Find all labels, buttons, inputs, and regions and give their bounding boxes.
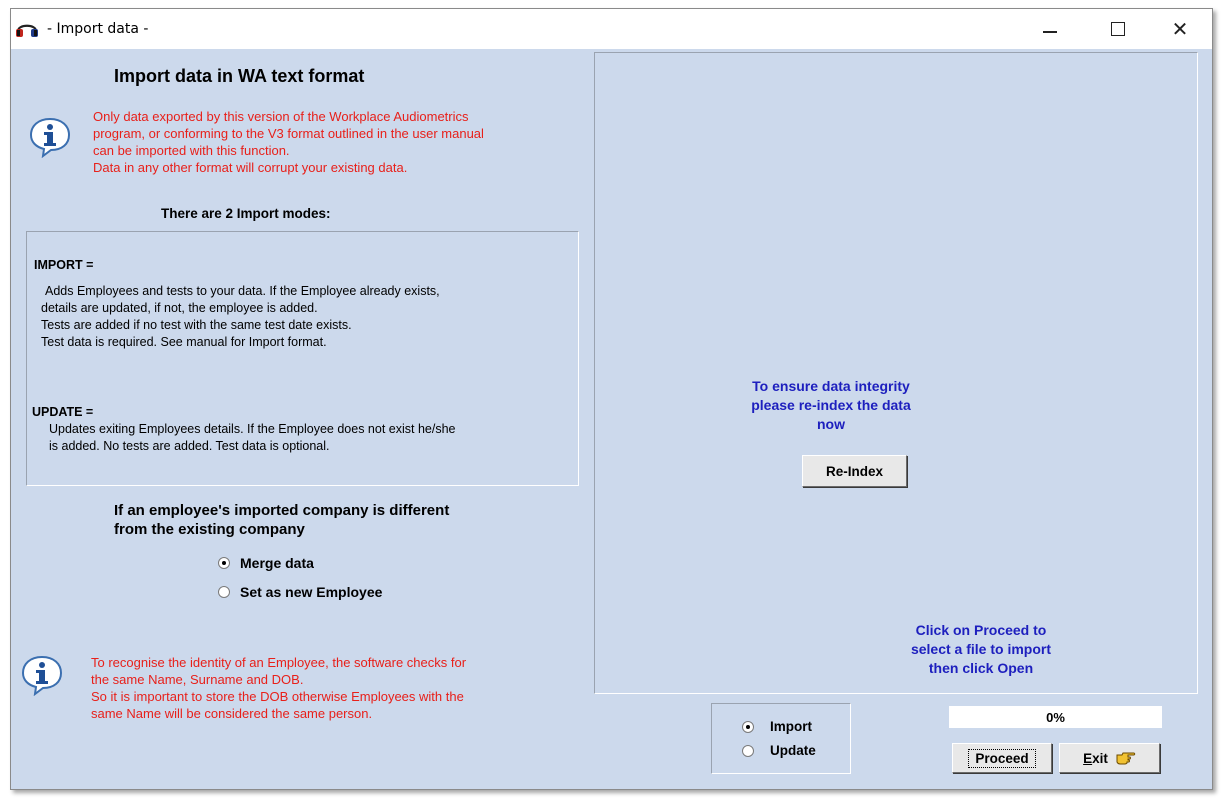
description-line: Test data is required. See manual for Im… [41,335,327,349]
reindex-button[interactable]: Re-Index [802,455,907,487]
import-mode-description: Adds Employees and tests to your data. I… [41,283,571,351]
radio-label: Import [770,719,812,734]
hint-line: then click Open [928,660,1034,676]
description-line: is added. No tests are added. Test data … [49,439,330,453]
pointing-hand-icon [1116,752,1136,765]
info-icon [29,117,71,158]
warning-line: can be imported with this function. [93,143,290,158]
hint-line: please re-index the data [751,397,911,413]
info-icon [21,655,63,696]
close-icon: ✕ [1171,17,1189,41]
merge-data-radio[interactable]: Merge data [218,555,314,571]
set-new-employee-radio[interactable]: Set as new Employee [218,584,382,600]
import-data-window: - Import data - ✕ Import data in WA text… [10,8,1213,790]
hint-line: To ensure data integrity [752,378,910,394]
proceed-button[interactable]: Proceed [952,743,1052,773]
radio-label: Set as new Employee [240,584,383,600]
note-line: the same Name, Surname and DOB. [91,672,304,687]
headphones-icon [16,24,38,37]
proceed-hint: Click on Proceed to select a file to imp… [881,621,1081,678]
radio-unselected-icon [218,586,230,598]
import-mode-label: IMPORT = [34,258,94,272]
note-line: So it is important to store the DOB othe… [91,689,464,704]
proceed-label: Proceed [968,748,1036,768]
note-line: same Name will be considered the same pe… [91,706,373,721]
close-button[interactable]: ✕ [1157,9,1203,49]
window-title: - Import data - [47,21,149,37]
hint-line: now [817,416,845,432]
company-conflict-question: If an employee's imported company is dif… [114,501,534,539]
update-mode-radio[interactable]: Update [742,743,816,758]
exit-label-accelerator: E [1083,750,1093,766]
title-bar[interactable]: - Import data - ✕ [11,9,1212,49]
page-title: Import data in WA text format [114,66,365,86]
description-line: details are updated, if not, the employe… [41,301,318,315]
radio-selected-icon [218,557,230,569]
modes-title: There are 2 Import modes: [161,206,331,221]
format-warning: Only data exported by this version of th… [93,108,553,176]
question-line: If an employee's imported company is dif… [114,502,450,519]
description-line: Adds Employees and tests to your data. I… [45,284,440,298]
update-mode-label: UPDATE = [32,405,94,419]
minimize-icon [1043,31,1057,33]
progress-indicator: 0% [949,706,1162,728]
radio-selected-icon [742,720,754,733]
exit-button[interactable]: Exit [1059,743,1160,773]
warning-line: Only data exported by this version of th… [93,109,469,124]
note-line: To recognise the identity of an Employee… [91,655,467,670]
radio-label: Merge data [240,555,314,571]
warning-line: program, or conforming to the V3 format … [93,126,484,141]
description-line: Updates exiting Employees details. If th… [49,422,456,436]
maximize-icon [1111,22,1125,36]
maximize-button[interactable] [1095,9,1141,49]
hint-line: Click on Proceed to [915,622,1047,638]
modes-description-box: IMPORT = Adds Employees and tests to you… [26,231,579,486]
exit-label: xit [1092,750,1108,766]
question-line: from the existing company [114,521,305,538]
identity-note: To recognise the identity of an Employee… [91,654,561,722]
hint-line: select a file to import [910,641,1052,657]
radio-unselected-icon [742,744,754,757]
import-mode-group [711,703,851,774]
minimize-button[interactable] [1027,9,1073,49]
description-line: Tests are added if no test with the same… [41,318,352,332]
reindex-hint: To ensure data integrity please re-index… [711,377,951,434]
status-panel [594,52,1198,694]
warning-line: Data in any other format will corrupt yo… [93,160,408,175]
update-mode-description: Updates exiting Employees details. If th… [49,421,569,455]
import-mode-radio[interactable]: Import [742,719,812,734]
radio-label: Update [770,743,816,758]
